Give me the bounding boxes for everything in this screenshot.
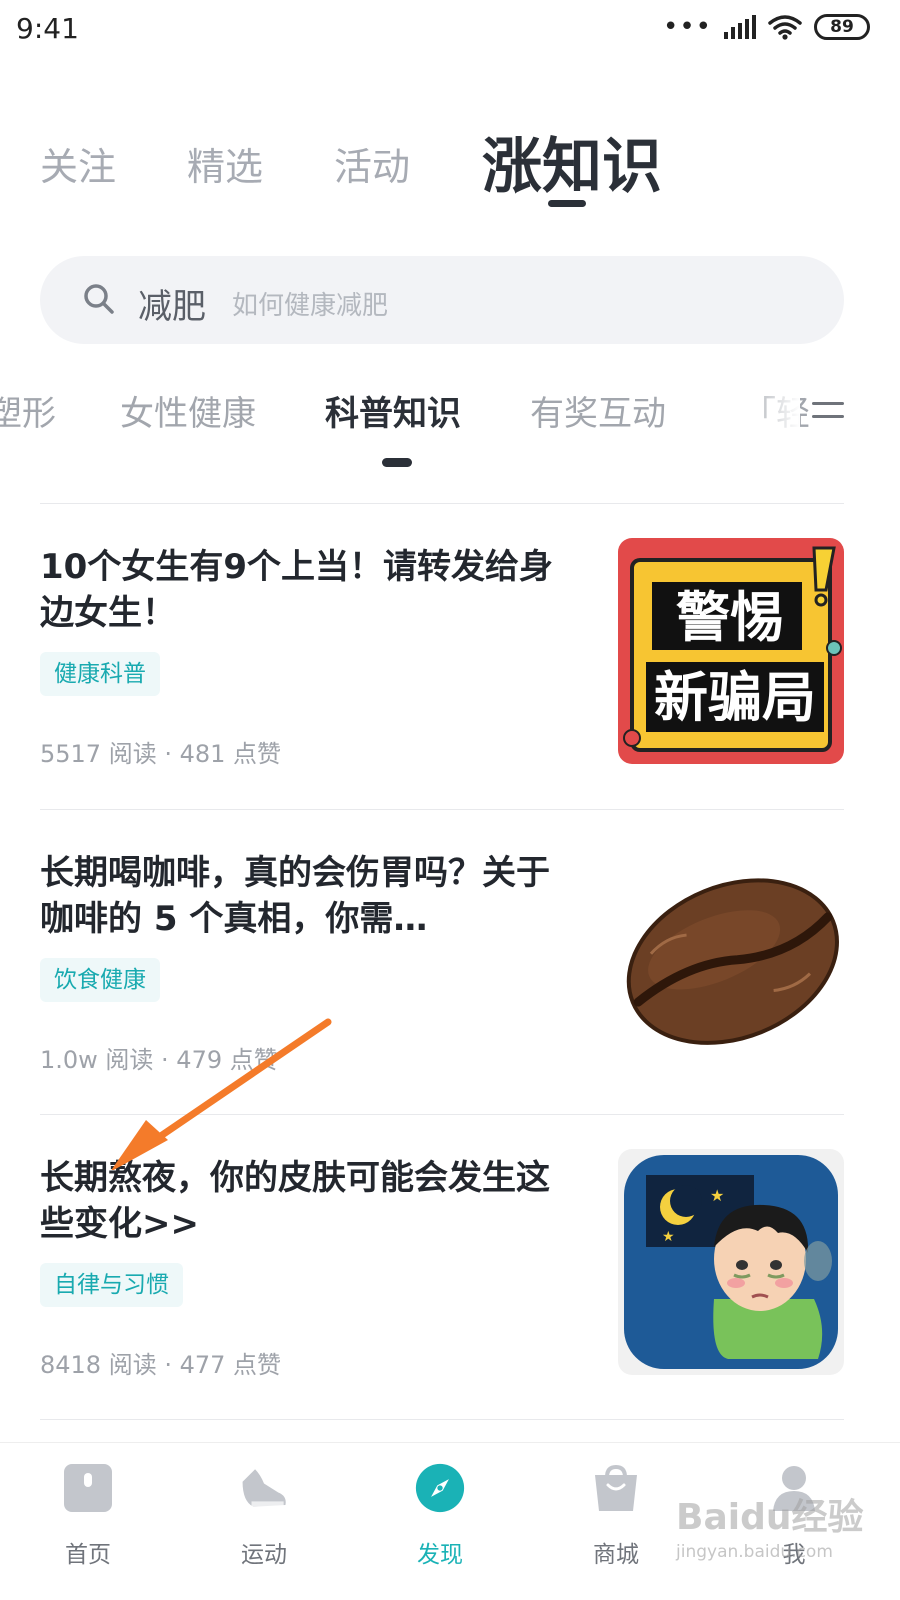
- search-bar[interactable]: 减肥 如何健康减肥: [40, 256, 844, 344]
- signal-icon: [724, 15, 756, 39]
- nav-home[interactable]: 首页: [18, 1457, 158, 1569]
- coffee-bean-image: [626, 878, 839, 1045]
- svg-text:★: ★: [710, 1186, 724, 1205]
- shopping-bag-icon: [595, 1464, 637, 1511]
- search-keyword: 减肥: [138, 287, 206, 327]
- article-title: 10个女生有9个上当！请转发给身边女生！: [40, 547, 553, 633]
- article-tag[interactable]: 饮食健康: [40, 958, 160, 1002]
- article-stats: 8418 阅读 · 477 点赞: [40, 1351, 282, 1379]
- category-tab-science[interactable]: 科普知识: [325, 386, 461, 435]
- tab-featured[interactable]: 精选: [187, 136, 263, 191]
- category-tab-shaping[interactable]: 塑形: [0, 386, 56, 435]
- home-icon: [64, 1464, 112, 1512]
- article-stats: 5517 阅读 · 481 点赞: [40, 740, 282, 768]
- category-tab-womens-health[interactable]: 女性健康: [120, 386, 256, 435]
- status-bar: 9:41 ••• 89: [0, 0, 900, 62]
- battery-indicator: 89: [814, 14, 870, 40]
- compass-icon: [415, 1463, 465, 1513]
- tab-activities[interactable]: 活动: [334, 136, 410, 191]
- article-thumbnail: ★ ★ ★: [618, 1149, 844, 1375]
- article-tag[interactable]: 自律与习惯: [40, 1263, 183, 1307]
- tab-knowledge[interactable]: 涨知识: [482, 118, 662, 205]
- menu-icon[interactable]: [812, 400, 844, 420]
- article-title: 长期喝咖啡，真的会伤胃吗？关于咖啡的 5 个真相，你需…: [40, 853, 550, 939]
- article-thumbnail: 警惕 新骗局: [618, 538, 844, 764]
- nav-sports[interactable]: 运动: [194, 1457, 334, 1569]
- wifi-icon: [768, 15, 802, 40]
- sleepless-person-image: ★ ★ ★: [624, 1155, 838, 1369]
- arrow-annotation: [111, 1018, 332, 1170]
- thumb-text-scam: 新骗局: [654, 666, 816, 729]
- article-tag[interactable]: 健康科普: [40, 652, 160, 696]
- svg-text:★: ★: [662, 1229, 675, 1245]
- category-tab-rewards[interactable]: 有奖互动: [530, 386, 666, 435]
- status-time: 9:41: [16, 12, 79, 45]
- article-thumbnail: [618, 844, 844, 1070]
- nav-label: 发现: [417, 1542, 463, 1568]
- search-hint: 如何健康减肥: [232, 291, 389, 321]
- category-tabs: 塑形 女性健康 科普知识 有奖互动 「轻: [0, 380, 900, 470]
- article-card[interactable]: 10个女生有9个上当！请转发给身边女生！ 健康科普 5517 阅读 · 481 …: [40, 504, 844, 810]
- search-icon: [84, 284, 114, 314]
- thumb-text-warning: 警惕: [676, 586, 784, 649]
- nav-mall[interactable]: 商城: [546, 1457, 686, 1569]
- watermark-url: jingyan.baidu.com: [676, 1542, 833, 1562]
- shoe-icon: [242, 1469, 286, 1507]
- watermark: Baidu经验 jingyan.baidu.com: [676, 1488, 863, 1562]
- tab-follow[interactable]: 关注: [40, 136, 116, 191]
- watermark-text: Baidu经验: [676, 1497, 864, 1538]
- nav-discover[interactable]: 发现: [370, 1457, 510, 1569]
- tab-fade: [740, 380, 800, 450]
- active-tab-indicator: [548, 200, 586, 207]
- status-icons: ••• 89: [663, 14, 870, 40]
- more-dots-icon: •••: [662, 12, 712, 42]
- nav-label: 商城: [593, 1542, 639, 1568]
- active-category-indicator: [382, 458, 412, 467]
- top-tabs: 关注 精选 活动 涨知识: [40, 118, 860, 218]
- divider: [40, 1419, 844, 1420]
- nav-label: 首页: [65, 1542, 111, 1568]
- nav-label: 运动: [241, 1542, 287, 1568]
